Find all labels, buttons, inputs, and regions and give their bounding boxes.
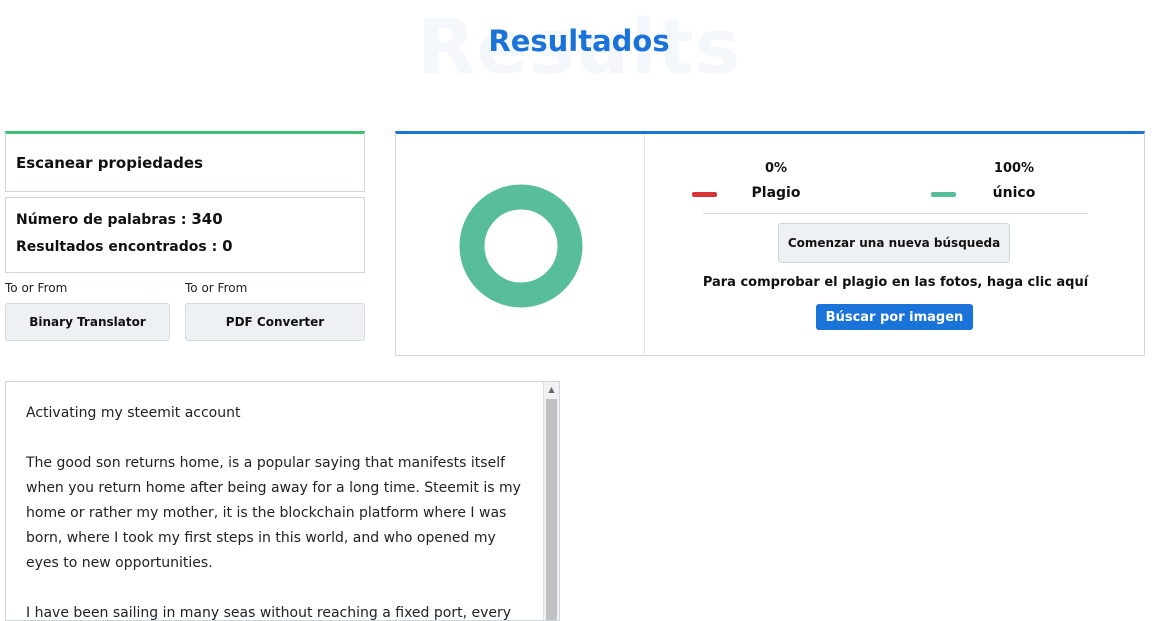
text-content[interactable]: Activating my steemit account The good s… [26,401,531,621]
plagiarism-legend-swatch [692,192,717,197]
unique-percent: 100% [993,161,1035,176]
binary-translator-button[interactable]: Binary Translator [5,303,170,341]
text-scrollbar[interactable]: ▲ [543,382,559,620]
tool-label-pdf: To or From [185,281,248,295]
new-search-button[interactable]: Comenzar una nueva búsqueda [778,223,1010,263]
pdf-converter-button[interactable]: PDF Converter [185,303,365,341]
plagiarism-stat: 0% Plagio [726,161,826,201]
plagiarism-label: Plagio [751,185,801,201]
plagiarism-donut-chart [459,184,583,308]
unique-label: único [992,185,1036,201]
text-paragraph: I have been sailing in many seas without… [26,605,512,621]
results-panel: 0% Plagio 100% único Comenzar una nueva … [395,131,1145,356]
plagiarism-percent: 0% [764,161,788,176]
search-by-image-button[interactable]: Búscar por imagen [816,304,973,330]
scan-properties-panel: Número de palabras : 340 Resultados enco… [5,197,365,273]
unique-legend-swatch [931,192,956,197]
tool-label-binary: To or From [5,281,68,295]
unique-stat: 100% único [964,161,1064,201]
results-divider [644,134,645,356]
image-check-text: Para comprobar el plagio en las fotos, h… [702,275,1089,290]
page-header: Results Resultados [0,0,1158,100]
text-paragraph: Activating my steemit account [26,405,241,421]
word-count-label: Número de palabras : [16,212,192,228]
text-paragraph: The good son returns home, is a popular … [26,455,521,571]
results-found-row: Resultados encontrados : 0 [16,237,233,255]
scroll-up-arrow-icon[interactable]: ▲ [544,382,559,397]
scan-properties-heading: Escanear propiedades [16,154,203,172]
stats-divider [703,213,1087,214]
page-title: Resultados [488,24,670,58]
results-found-label: Resultados encontrados : [16,239,223,255]
word-count-value: 340 [191,210,223,228]
text-input-box[interactable]: Activating my steemit account The good s… [5,381,560,621]
donut-unique-ring [459,184,583,308]
word-count-row: Número de palabras : 340 [16,210,223,228]
scan-properties-header: Escanear propiedades [5,131,365,192]
results-found-value: 0 [222,237,233,255]
scroll-thumb[interactable] [546,399,557,620]
